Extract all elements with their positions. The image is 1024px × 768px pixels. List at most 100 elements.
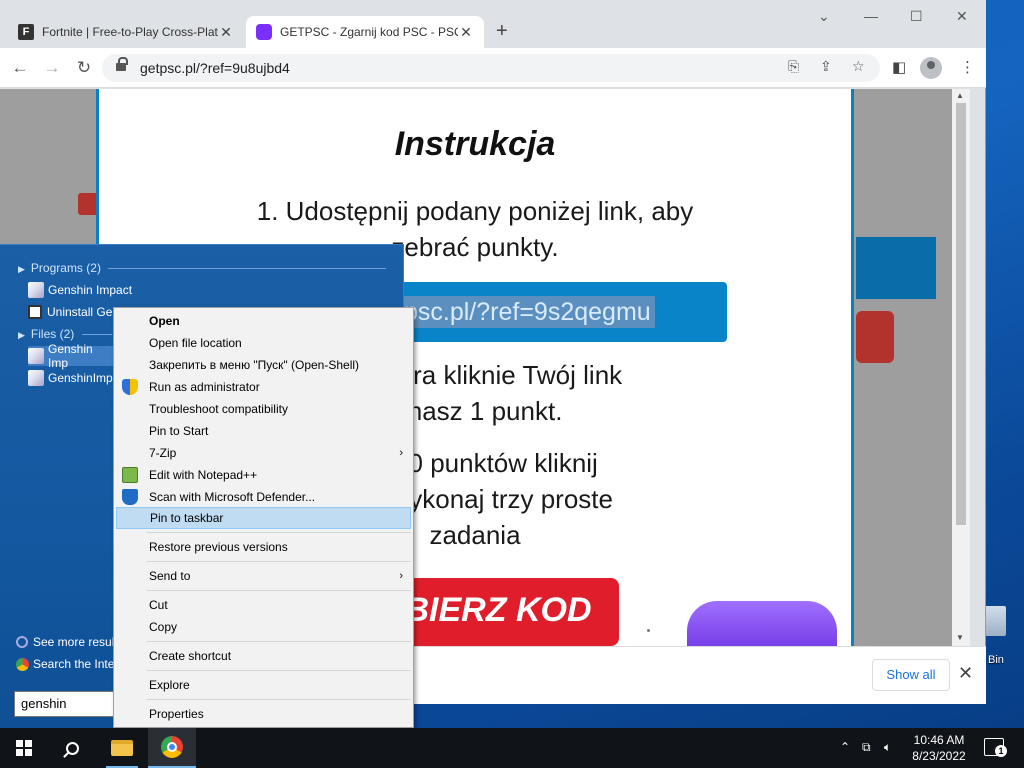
files-header[interactable]: ▶ Files (2) (18, 327, 74, 341)
step1-line1: 1. Udostępnij podany poniżej link, aby (256, 196, 694, 226)
start-search-input[interactable]: genshin (14, 691, 114, 717)
clock-time: 10:46 AM (913, 733, 965, 747)
ctx-item-open-shell[interactable]: Закрепить в меню "Пуск" (Open-Shell) (116, 354, 411, 376)
close-download-shelf-icon[interactable]: ✕ (958, 663, 973, 684)
scroll-up-arrow-icon[interactable]: ▲ (956, 91, 964, 100)
ctx-item-create-shortcut[interactable]: Create shortcut (116, 645, 411, 667)
start-item-genshin-impact[interactable]: Genshin Impact (28, 280, 132, 300)
divider (108, 268, 386, 269)
ctx-item-explore[interactable]: Explore (116, 674, 411, 696)
system-clock[interactable]: 10:46 AM 8/23/2022 (904, 732, 974, 764)
scroll-thumb[interactable] (956, 103, 966, 525)
submenu-arrow-icon: › (399, 570, 403, 582)
tab-title: Fortnite | Free-to-Play Cross-Platfo (42, 25, 218, 39)
start-item-file-genshinimp[interactable]: GenshinImp (28, 368, 113, 388)
divider (82, 334, 112, 335)
recycle-bin-label: Bin (988, 654, 1004, 666)
start-item-file-genshin[interactable]: Genshin Imp (28, 342, 114, 370)
ctx-item-open[interactable]: Open (116, 310, 411, 332)
tab-title: GETPSC - Zgarnij kod PSC - PSC (280, 25, 458, 39)
close-tab-icon[interactable]: ✕ (218, 24, 234, 41)
ctx-item-troubleshoot-compatibility[interactable]: Troubleshoot compatibility (116, 398, 411, 420)
ctx-item-label: Copy (149, 620, 178, 634)
close-tab-icon[interactable]: ✕ (458, 24, 474, 41)
ctx-item-label: Explore (149, 678, 190, 692)
expand-triangle-icon: ▶ (18, 264, 25, 274)
new-tab-button[interactable]: + (496, 20, 508, 43)
translate-icon[interactable]: ⎘ (788, 58, 799, 75)
maximize-button[interactable]: ☐ (910, 8, 923, 25)
ctx-item-label: Pin to taskbar (150, 511, 224, 525)
notification-count-badge: 1 (995, 745, 1007, 757)
referral-link-text[interactable]: psc.pl/?ref=9s2qegmu (400, 296, 655, 328)
back-button[interactable]: ← (8, 56, 32, 80)
backdrop-element (856, 311, 894, 363)
file-explorer-button[interactable] (98, 728, 146, 768)
bookmark-star-icon[interactable]: ☆ (852, 58, 865, 75)
forward-button[interactable]: → (40, 56, 64, 80)
ctx-item-label: Закрепить в меню "Пуск" (Open-Shell) (149, 358, 360, 372)
see-more-results[interactable]: See more result (16, 635, 118, 649)
ctx-item-cut[interactable]: Cut (116, 594, 411, 616)
chrome-icon (16, 657, 29, 671)
url-text[interactable]: getpsc.pl/?ref=9u8ujbd4 (140, 60, 290, 76)
chrome-taskbar-button[interactable] (148, 728, 196, 768)
show-all-button[interactable]: Show all (872, 659, 950, 691)
reload-button[interactable]: ↻ (72, 56, 96, 80)
menu-kebab-icon[interactable]: ⋮ (960, 58, 975, 76)
genshin-app-icon (28, 282, 44, 298)
lock-icon[interactable] (116, 57, 128, 71)
ctx-item-open-file-location[interactable]: Open file location (116, 332, 411, 354)
ctx-item-restore-previous-versions[interactable]: Restore previous versions (116, 536, 411, 558)
ctx-item-run-as-administrator[interactable]: Run as administrator (116, 376, 411, 398)
address-bar[interactable]: getpsc.pl/?ref=9u8ujbd4 ⎘ ⇪ ☆ (102, 54, 880, 82)
ctx-item-label: Restore previous versions (149, 540, 288, 554)
programs-header[interactable]: ▶ Programs (2) (18, 261, 101, 275)
show-hidden-icons-chevron-icon[interactable]: ⌃ (840, 740, 850, 754)
ctx-item-label: Pin to Start (149, 424, 209, 438)
network-icon[interactable]: ⧉ (862, 740, 871, 755)
ctx-item-label: Edit with Notepad++ (149, 468, 258, 482)
page-scrollbar[interactable]: ▲ ▼ (952, 89, 970, 646)
menu-separator (147, 561, 411, 562)
action-center-icon[interactable]: 1 (984, 738, 1007, 757)
tab-search-chevron-icon[interactable]: ⌄ (818, 8, 830, 25)
ctx-item-send-to[interactable]: Send to › (116, 565, 411, 587)
search-icon (16, 636, 28, 648)
ctx-item-pin-to-taskbar[interactable]: Pin to taskbar (116, 507, 411, 529)
tab-getpsc[interactable]: GETPSC - Zgarnij kod PSC - PSC ✕ (246, 16, 484, 48)
profile-avatar-icon[interactable] (920, 57, 942, 79)
genshin-app-icon (28, 348, 44, 364)
browser-toolbar: ← → ↻ getpsc.pl/?ref=9u8ujbd4 ⎘ ⇪ ☆ ◧ ⋮ (0, 48, 986, 88)
menu-separator (147, 590, 411, 591)
recycle-bin[interactable]: Bin (982, 604, 1024, 674)
expand-triangle-icon: ▶ (18, 330, 25, 340)
gamepad-image (687, 601, 837, 646)
tab-fortnite[interactable]: F Fortnite | Free-to-Play Cross-Platfo ✕ (8, 16, 244, 48)
ctx-item-pin-to-start[interactable]: Pin to Start (116, 420, 411, 442)
menu-separator (147, 699, 411, 700)
scroll-down-arrow-icon[interactable]: ▼ (956, 633, 964, 642)
taskbar-search-button[interactable] (48, 728, 96, 768)
ctx-item-copy[interactable]: Copy (116, 616, 411, 638)
context-menu: Open Open file location Закрепить в меню "… (113, 307, 414, 728)
share-icon[interactable]: ⇪ (820, 58, 832, 75)
ctx-item-label: Open file location (149, 336, 242, 350)
minimize-button[interactable]: — (864, 8, 878, 24)
ctx-item-edit-with-notepad[interactable]: Edit with Notepad++ (116, 464, 411, 486)
search-the-internet[interactable]: Search the Inter (16, 657, 118, 671)
close-window-button[interactable]: ✕ (956, 8, 968, 25)
folder-icon (111, 740, 133, 756)
start-button[interactable] (0, 728, 48, 768)
ctx-item-properties[interactable]: Properties (116, 703, 411, 725)
volume-icon[interactable]: 🔈︎ (884, 740, 891, 755)
taskbar: ⌃ ⧉ 🔈︎ 10:46 AM 8/23/2022 1 (0, 728, 1024, 768)
decorative-dot (647, 629, 650, 632)
menu-separator (147, 532, 411, 533)
ctx-item-7-zip[interactable]: 7-Zip › (116, 442, 411, 464)
modal-heading: Instrukcja (394, 125, 556, 163)
submenu-arrow-icon: › (399, 447, 403, 459)
ctx-item-scan-with-microsoft-defender[interactable]: Scan with Microsoft Defender... (116, 486, 411, 508)
side-panel-icon[interactable]: ◧ (892, 58, 906, 76)
ctx-item-label: Scan with Microsoft Defender... (149, 490, 316, 504)
